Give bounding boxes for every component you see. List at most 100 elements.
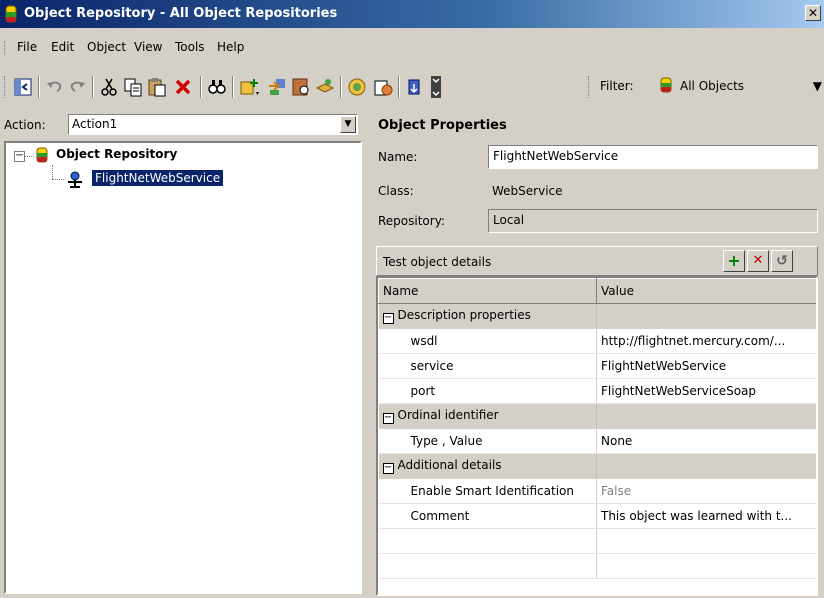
toolbar: Filter: All Objects ▼ bbox=[0, 66, 824, 108]
category-cell[interactable]: − Ordinal identifier bbox=[378, 403, 597, 429]
table-row[interactable] bbox=[378, 553, 816, 579]
table-row[interactable]: Type , Value None bbox=[378, 428, 816, 454]
tree-item-flightnetwebservice[interactable]: FlightNetWebService bbox=[90, 169, 225, 187]
property-value-cell[interactable]: FlightNetWebServiceSoap bbox=[596, 378, 816, 404]
table-row[interactable]: port FlightNetWebServiceSoap bbox=[378, 378, 816, 404]
property-value-cell[interactable]: http://flightnet.mercury.com/... bbox=[596, 328, 816, 354]
name-label: Name: bbox=[378, 150, 418, 164]
property-value-cell[interactable]: None bbox=[596, 428, 816, 454]
action-select[interactable]: Action1 ▼ bbox=[68, 114, 358, 135]
property-value-cell[interactable] bbox=[596, 528, 816, 554]
details-grid[interactable]: Name Value − Description properties wsdl ht… bbox=[376, 276, 818, 596]
filter-label: Filter: bbox=[600, 79, 634, 93]
property-name-cell[interactable]: Type , Value bbox=[378, 428, 597, 454]
property-value-cell[interactable]: This object was learned with t... bbox=[596, 503, 816, 529]
column-header-name[interactable]: Name bbox=[378, 278, 597, 304]
menu-bar: File Edit Object View Tools Help bbox=[0, 36, 824, 62]
category-row[interactable]: − Additional details bbox=[378, 453, 816, 479]
find-icon[interactable] bbox=[206, 76, 228, 98]
remove-property-button[interactable]: ✕ bbox=[747, 250, 769, 272]
property-name-cell[interactable]: service bbox=[378, 353, 597, 379]
toolbar-separator bbox=[232, 76, 234, 98]
menu-view[interactable]: View bbox=[131, 40, 165, 54]
category-row[interactable]: − Description properties bbox=[378, 303, 816, 329]
object-spy-icon[interactable] bbox=[346, 76, 368, 98]
table-row[interactable]: service FlightNetWebService bbox=[378, 353, 816, 379]
collapse-toggle[interactable]: − bbox=[382, 413, 394, 424]
repository-field: Local bbox=[488, 209, 818, 233]
collapse-toggle[interactable]: − bbox=[382, 463, 394, 474]
undo-icon[interactable] bbox=[44, 76, 66, 98]
menu-file[interactable]: File bbox=[14, 40, 40, 54]
toolbar-overflow-chevron-icon[interactable] bbox=[430, 76, 442, 98]
collapse-toggle[interactable]: − bbox=[382, 313, 394, 324]
property-name-cell[interactable]: Comment bbox=[378, 503, 597, 529]
table-row[interactable] bbox=[378, 528, 816, 554]
category-label: Ordinal identifier bbox=[397, 408, 499, 422]
category-label: Description properties bbox=[397, 308, 531, 322]
category-value-cell[interactable] bbox=[596, 303, 816, 329]
table-row[interactable]: Comment This object was learned with t... bbox=[378, 503, 816, 529]
category-value-cell[interactable] bbox=[596, 453, 816, 479]
delete-icon[interactable] bbox=[172, 76, 194, 98]
redo-icon[interactable] bbox=[66, 76, 88, 98]
export-icon[interactable] bbox=[372, 76, 394, 98]
tree-root-label[interactable]: Object Repository bbox=[56, 147, 177, 161]
menu-object[interactable]: Object bbox=[84, 40, 129, 54]
menu-help[interactable]: Help bbox=[214, 40, 247, 54]
highlight-icon[interactable] bbox=[266, 76, 288, 98]
menu-tools[interactable]: Tools bbox=[172, 40, 208, 54]
tree-connector bbox=[24, 156, 34, 157]
menu-grip[interactable] bbox=[4, 41, 8, 55]
class-label: Class: bbox=[378, 184, 414, 198]
repository-label: Repository: bbox=[378, 214, 445, 228]
category-value-cell[interactable] bbox=[596, 403, 816, 429]
property-name-cell[interactable] bbox=[378, 528, 597, 554]
locate-icon[interactable] bbox=[290, 76, 312, 98]
toolbar-separator bbox=[92, 76, 94, 98]
column-header-value[interactable]: Value bbox=[596, 278, 816, 304]
category-cell[interactable]: − Additional details bbox=[378, 453, 597, 479]
menu-edit[interactable]: Edit bbox=[48, 40, 77, 54]
window-title: Object Repository - All Object Repositor… bbox=[24, 6, 338, 21]
chevron-down-icon[interactable]: ▼ bbox=[813, 79, 822, 93]
toolbar-grip[interactable] bbox=[4, 76, 8, 98]
toolbar-separator bbox=[340, 76, 342, 98]
cut-icon[interactable] bbox=[98, 76, 120, 98]
tree-connector bbox=[52, 179, 64, 180]
property-name-cell[interactable] bbox=[378, 553, 597, 579]
name-field[interactable]: FlightNetWebService bbox=[488, 145, 818, 169]
filter-value: All Objects bbox=[680, 79, 745, 93]
property-value-cell[interactable] bbox=[596, 553, 816, 579]
object-repository-icon bbox=[5, 5, 17, 23]
table-row[interactable]: wsdl http://flightnet.mercury.com/... bbox=[378, 328, 816, 354]
category-label: Additional details bbox=[397, 458, 502, 472]
action-value: Action1 bbox=[72, 117, 118, 131]
add-property-button[interactable]: + bbox=[723, 250, 745, 272]
property-value-cell[interactable]: False bbox=[596, 478, 816, 504]
category-cell[interactable]: − Description properties bbox=[378, 303, 597, 329]
define-object-icon[interactable] bbox=[314, 76, 336, 98]
filter-dropdown[interactable]: All Objects ▼ bbox=[650, 73, 824, 99]
property-value-cell[interactable]: FlightNetWebService bbox=[596, 353, 816, 379]
filter-grip[interactable] bbox=[588, 76, 592, 98]
object-repository-icon bbox=[36, 147, 48, 163]
toolbar-separator bbox=[38, 76, 40, 98]
chevron-down-icon[interactable]: ▼ bbox=[340, 116, 356, 133]
close-button[interactable]: ✕ bbox=[805, 5, 821, 21]
object-properties-panel: Object Properties Name: FlightNetWebServ… bbox=[370, 108, 824, 598]
table-row[interactable]: Enable Smart Identification False bbox=[378, 478, 816, 504]
copy-icon[interactable] bbox=[122, 76, 144, 98]
add-objects-icon[interactable] bbox=[238, 76, 260, 98]
resource-icon[interactable] bbox=[404, 76, 426, 98]
category-row[interactable]: − Ordinal identifier bbox=[378, 403, 816, 429]
object-tree[interactable]: − Object Repository FlightNetWebService bbox=[4, 141, 362, 594]
action-label: Action: bbox=[4, 118, 46, 132]
toolbar-separator bbox=[200, 76, 202, 98]
back-to-tree-icon[interactable] bbox=[12, 76, 34, 98]
paste-icon[interactable] bbox=[146, 76, 168, 98]
property-name-cell[interactable]: Enable Smart Identification bbox=[378, 478, 597, 504]
property-name-cell[interactable]: port bbox=[378, 378, 597, 404]
refresh-button[interactable]: ↺ bbox=[771, 250, 793, 272]
property-name-cell[interactable]: wsdl bbox=[378, 328, 597, 354]
